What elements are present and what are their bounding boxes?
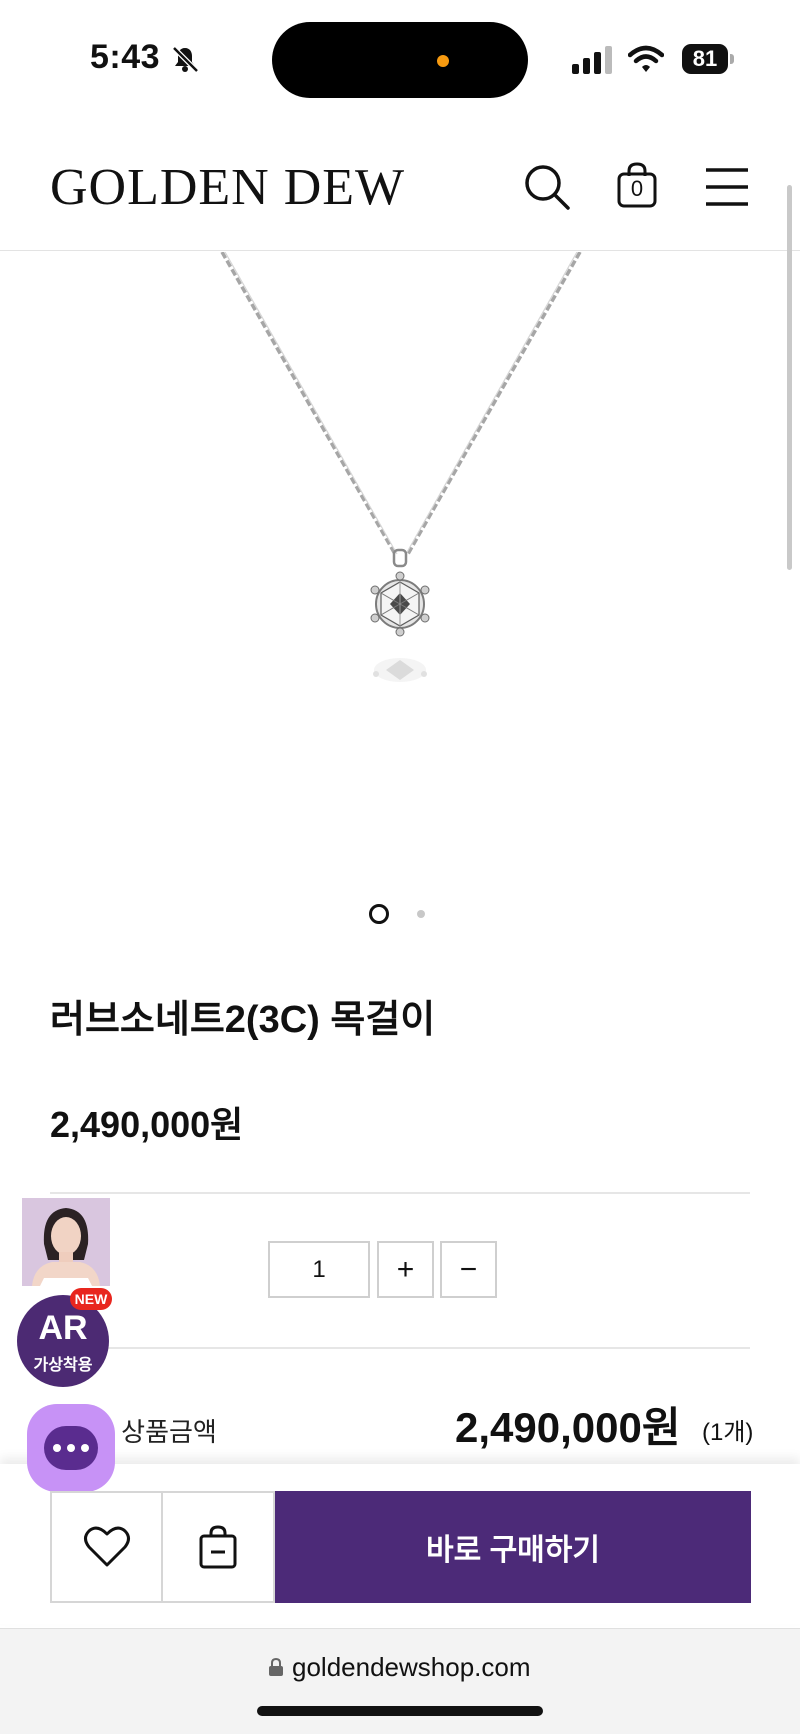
chat-bubble-icon bbox=[44, 1426, 98, 1470]
divider bbox=[50, 1347, 750, 1349]
battery-level: 81 bbox=[692, 46, 718, 71]
signal-icon bbox=[572, 46, 612, 74]
ar-subtitle: 가상착용 bbox=[33, 1357, 93, 1374]
add-to-cart-button[interactable] bbox=[161, 1491, 275, 1603]
wishlist-button[interactable] bbox=[50, 1491, 163, 1603]
brand-logo[interactable]: GOLDEN DEW bbox=[50, 158, 405, 217]
buy-now-button[interactable]: 바로 구매하기 bbox=[275, 1491, 751, 1603]
product-price: 2,490,000원 bbox=[50, 1104, 244, 1145]
cart-button[interactable]: 0 bbox=[612, 160, 662, 210]
battery-icon: 81 bbox=[682, 44, 734, 74]
search-icon[interactable] bbox=[522, 162, 572, 212]
header-divider bbox=[0, 250, 800, 251]
plus-label: + bbox=[396, 1252, 415, 1286]
shopping-bag-minus-icon bbox=[199, 1525, 237, 1569]
total-price: 2,490,000원 bbox=[455, 1404, 681, 1451]
url-text[interactable]: goldendewshop.com bbox=[292, 1652, 531, 1683]
product-name: 러브소네트2(3C) 목걸이 bbox=[50, 999, 436, 1041]
chat-button[interactable] bbox=[27, 1404, 115, 1492]
battery-tip bbox=[730, 54, 734, 64]
privacy-indicator-dot bbox=[437, 55, 449, 67]
lock-icon bbox=[269, 1657, 283, 1676]
ar-model-avatar[interactable] bbox=[22, 1198, 110, 1286]
quantity-plus-button[interactable]: + bbox=[377, 1241, 434, 1298]
product-image-necklace[interactable] bbox=[0, 252, 800, 872]
minus-label: − bbox=[459, 1252, 478, 1286]
quantity-minus-button[interactable]: − bbox=[440, 1241, 497, 1298]
divider bbox=[50, 1192, 750, 1194]
cart-count: 0 bbox=[630, 176, 644, 201]
wifi-icon bbox=[628, 45, 664, 72]
total-count: (1개) bbox=[702, 1419, 754, 1446]
dynamic-island bbox=[272, 22, 528, 98]
quantity-input[interactable] bbox=[268, 1241, 370, 1298]
bell-slash-icon bbox=[172, 46, 199, 73]
ar-title: AR bbox=[38, 1309, 88, 1347]
heart-icon bbox=[83, 1526, 130, 1567]
gallery-dot[interactable] bbox=[417, 910, 425, 918]
hamburger-menu-icon[interactable] bbox=[702, 162, 752, 212]
new-badge: NEW bbox=[70, 1288, 112, 1310]
gallery-dot-active[interactable] bbox=[369, 904, 389, 924]
home-indicator[interactable] bbox=[257, 1706, 543, 1716]
status-time: 5:43 bbox=[90, 38, 161, 76]
